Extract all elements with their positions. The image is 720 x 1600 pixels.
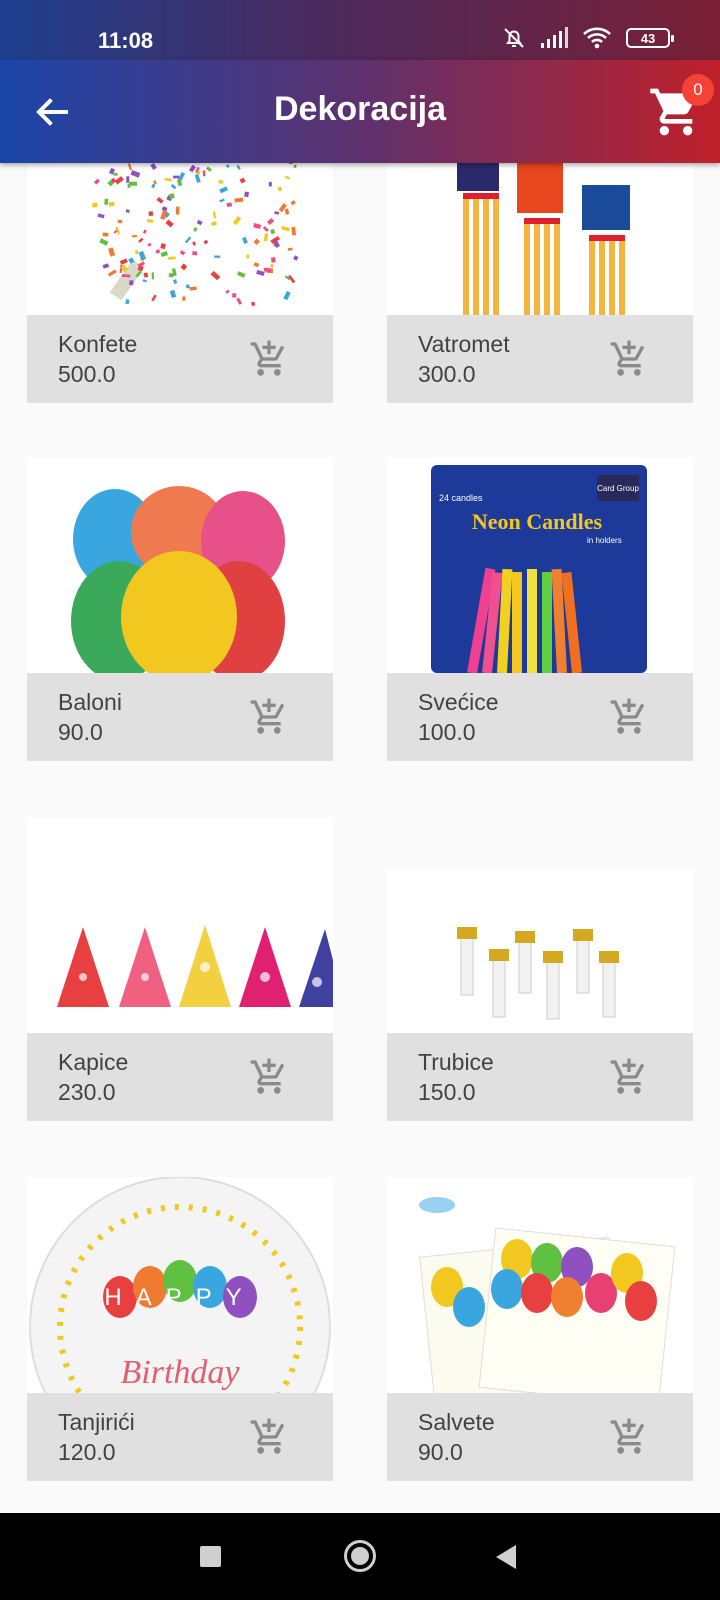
product-name: Svećice [418, 689, 499, 715]
product-price: 120.0 [58, 1439, 116, 1465]
add-to-cart-icon[interactable] [249, 339, 289, 379]
product-card-trubice[interactable]: Trubice 150.0 [387, 869, 693, 1121]
product-card-konfete[interactable]: Konfete 500.0 [27, 163, 333, 403]
confetti-image [92, 163, 299, 307]
party-hats-image [57, 925, 333, 1007]
sparklers-image [457, 163, 630, 315]
product-price: 230.0 [58, 1079, 116, 1105]
product-image-konfete [27, 163, 333, 315]
add-to-cart-icon[interactable] [249, 1417, 289, 1457]
product-info-konfete: Konfete 500.0 [27, 315, 333, 403]
product-price: 500.0 [58, 361, 116, 387]
product-image-tanjirici: HAPPY Birthday [27, 1177, 333, 1393]
add-to-cart-icon[interactable] [609, 697, 649, 737]
product-info-tanjirici: Tanjirići 120.0 [27, 1393, 333, 1481]
plate-bottom-text: Birthday [121, 1354, 241, 1391]
party-horns-image [457, 927, 619, 1020]
product-name: Tanjirići [58, 1409, 135, 1435]
add-to-cart-icon[interactable] [609, 1417, 649, 1457]
product-price: 150.0 [418, 1079, 476, 1105]
product-image-salvete [387, 1177, 693, 1393]
product-info-svecice: Svećice 100.0 [387, 673, 693, 761]
candles-title-text: Neon Candles [472, 509, 603, 534]
birthday-plate-image: HAPPY Birthday [29, 1177, 331, 1393]
plate-top-text: HAPPY [104, 1284, 255, 1311]
product-info-baloni: Baloni 90.0 [27, 673, 333, 761]
product-card-baloni[interactable]: Baloni 90.0 [27, 457, 333, 761]
product-info-vatromet: Vatromet 300.0 [387, 315, 693, 403]
product-card-kapice[interactable]: Kapice 230.0 [27, 817, 333, 1121]
add-to-cart-icon[interactable] [609, 339, 649, 379]
product-name: Kapice [58, 1049, 129, 1075]
candles-brand-text: Card Group [597, 484, 639, 493]
page-title: Dekoracija [274, 90, 446, 128]
add-to-cart-icon[interactable] [609, 1057, 649, 1097]
product-grid: Konfete 500.0 Vatromet 300.0 Baloni 90.0… [0, 163, 720, 1513]
product-card-svecice[interactable]: Card Group 24 candles Neon Candles in ho… [387, 457, 693, 761]
mute-notifications-icon [504, 28, 524, 48]
napkins-image [419, 1197, 676, 1393]
product-card-vatromet[interactable]: Vatromet 300.0 [387, 163, 693, 403]
product-info-trubice: Trubice 150.0 [387, 1033, 693, 1121]
product-name: Salvete [418, 1409, 495, 1435]
product-card-tanjirici[interactable]: HAPPY Birthday Tanjirići 120.0 [27, 1177, 333, 1481]
balloons-image [71, 486, 285, 673]
product-price: 300.0 [418, 361, 476, 387]
product-image-trubice [387, 869, 693, 1033]
candles-sub-text: in holders [587, 536, 622, 545]
system-back-button[interactable] [496, 1545, 516, 1569]
add-to-cart-icon[interactable] [249, 1057, 289, 1097]
home-button[interactable] [344, 1540, 376, 1572]
product-price: 100.0 [418, 719, 476, 745]
status-bar: 11:08 43 [0, 0, 720, 60]
product-image-baloni [27, 457, 333, 673]
battery-icon: 43 [626, 28, 674, 48]
status-icons: 43 [502, 26, 674, 50]
product-price: 90.0 [418, 1439, 463, 1465]
app-bar: Dekoracija 0 [0, 60, 720, 163]
product-image-svecice: Card Group 24 candles Neon Candles in ho… [387, 457, 693, 673]
product-image-vatromet [387, 163, 693, 315]
signal-icon [541, 27, 568, 48]
product-name: Konfete [58, 331, 138, 357]
status-time: 11:08 [98, 28, 154, 53]
product-info-salvete: Salvete 90.0 [387, 1393, 693, 1481]
system-nav-bar [0, 1513, 720, 1600]
product-image-kapice [27, 817, 333, 1033]
recents-button[interactable] [200, 1546, 221, 1567]
product-price: 90.0 [58, 719, 103, 745]
product-info-kapice: Kapice 230.0 [27, 1033, 333, 1121]
product-name: Baloni [58, 689, 122, 715]
wifi-icon [583, 27, 611, 49]
product-name: Vatromet [418, 331, 510, 357]
product-name: Trubice [418, 1049, 494, 1075]
neon-candles-image: Card Group 24 candles Neon Candles in ho… [431, 465, 647, 673]
candles-count-text: 24 candles [439, 493, 483, 503]
add-to-cart-icon[interactable] [249, 697, 289, 737]
cart-count-badge: 0 [682, 74, 714, 106]
product-card-salvete[interactable]: Salvete 90.0 [387, 1177, 693, 1481]
